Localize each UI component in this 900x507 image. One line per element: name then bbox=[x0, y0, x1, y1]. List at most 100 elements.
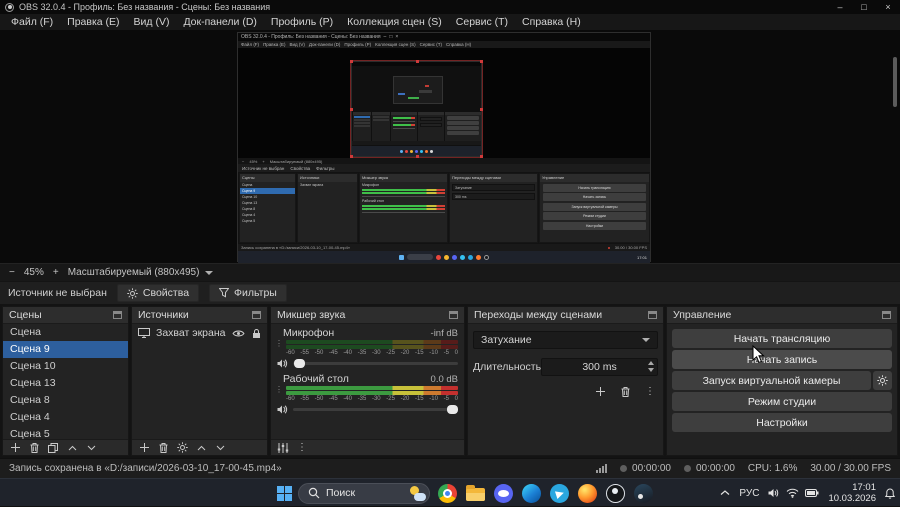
remove-transition-button[interactable] bbox=[617, 385, 633, 398]
move-scene-down-button[interactable] bbox=[83, 441, 99, 454]
preview-scrollbar[interactable] bbox=[893, 57, 897, 107]
settings-button[interactable]: Настройки bbox=[672, 413, 892, 432]
start-button[interactable] bbox=[277, 485, 292, 501]
dock-float-icon[interactable] bbox=[252, 311, 261, 319]
gear-icon bbox=[127, 287, 138, 299]
menu-item-help[interactable]: Справка (H) bbox=[515, 16, 588, 28]
firefox-icon[interactable] bbox=[576, 482, 598, 504]
capture-detail: Захват экрана bbox=[300, 183, 324, 187]
chevron-down-icon bbox=[642, 338, 650, 342]
remove-scene-button[interactable] bbox=[26, 441, 42, 454]
studio-mode-button[interactable]: Режим студии bbox=[672, 392, 892, 411]
spin-up-icon[interactable] bbox=[648, 361, 654, 365]
capture-window-title: OBS 32.0.4 - Профиль: Без названия - Сце… bbox=[241, 34, 381, 40]
file-explorer-icon[interactable] bbox=[464, 482, 486, 504]
channel-grip-icon[interactable]: ⋮ bbox=[275, 340, 283, 356]
speaker-icon[interactable] bbox=[277, 359, 288, 368]
preview-canvas[interactable]: OBS 32.0.4 - Профиль: Без названия - Сце… bbox=[0, 30, 900, 263]
mixer-settings-icon[interactable] bbox=[275, 441, 291, 454]
scene-item[interactable]: Сцена bbox=[3, 324, 128, 341]
weather-icon[interactable] bbox=[409, 485, 426, 502]
source-properties-button[interactable] bbox=[174, 441, 190, 454]
scene-item[interactable]: Сцена 5 bbox=[3, 426, 128, 439]
menu-item-edit[interactable]: Правка (E) bbox=[60, 16, 126, 28]
scale-tick: -15 bbox=[414, 396, 424, 402]
volume-slider[interactable] bbox=[293, 405, 458, 414]
duration-spinner[interactable]: 300 ms bbox=[541, 358, 658, 376]
mixer-menu-button[interactable]: ⋮ bbox=[294, 441, 310, 454]
channel-grip-icon[interactable]: ⋮ bbox=[275, 386, 283, 402]
obs-taskbar-icon[interactable] bbox=[604, 482, 626, 504]
window-controls: – □ × bbox=[828, 0, 900, 14]
menu-item-docks[interactable]: Док-панели (D) bbox=[176, 16, 263, 28]
eye-icon[interactable] bbox=[232, 329, 245, 338]
scene-item-selected[interactable]: Сцена 9 bbox=[3, 341, 128, 358]
dock-float-icon[interactable] bbox=[648, 311, 657, 319]
zoom-in-button[interactable]: + bbox=[53, 267, 59, 278]
minimize-button[interactable]: – bbox=[828, 0, 852, 14]
capture-detail bbox=[484, 254, 489, 260]
add-transition-button[interactable] bbox=[592, 385, 608, 398]
edge-icon[interactable] bbox=[520, 482, 542, 504]
remove-source-button[interactable] bbox=[155, 441, 171, 454]
properties-button[interactable]: Свойства bbox=[116, 284, 200, 302]
scene-item[interactable]: Сцена 10 bbox=[3, 358, 128, 375]
chrome-icon[interactable] bbox=[436, 482, 458, 504]
add-scene-button[interactable] bbox=[7, 441, 23, 454]
scene-item[interactable]: Сцена 4 bbox=[3, 409, 128, 426]
zoom-out-button[interactable]: − bbox=[9, 267, 15, 278]
volume-icon[interactable] bbox=[768, 488, 780, 498]
dock-float-icon[interactable] bbox=[882, 311, 891, 319]
scene-item[interactable]: Сцена 8 bbox=[3, 392, 128, 409]
steam-icon[interactable] bbox=[632, 482, 654, 504]
maximize-button[interactable]: □ bbox=[852, 0, 876, 14]
virtual-camera-settings-button[interactable] bbox=[873, 371, 892, 390]
start-recording-button[interactable]: Начать запись bbox=[672, 350, 892, 369]
preview-scale-selector[interactable]: Масштабируемый (880x495) bbox=[68, 267, 214, 278]
taskbar-clock[interactable]: 17:01 10.03.2026 bbox=[828, 482, 876, 504]
add-source-button[interactable] bbox=[136, 441, 152, 454]
taskbar-search[interactable]: Поиск bbox=[298, 482, 430, 504]
discord-icon[interactable] bbox=[492, 482, 514, 504]
battery-icon[interactable] bbox=[805, 489, 819, 497]
menu-item-profile[interactable]: Профиль (P) bbox=[264, 16, 340, 28]
capture-detail bbox=[352, 112, 481, 142]
search-placeholder-label: Поиск bbox=[326, 487, 356, 499]
close-button[interactable]: × bbox=[876, 0, 900, 14]
tray-chevron-up-icon[interactable] bbox=[720, 490, 730, 496]
menu-item-file[interactable]: Файл (F) bbox=[4, 16, 60, 28]
move-scene-up-button[interactable] bbox=[64, 441, 80, 454]
dock-float-icon[interactable] bbox=[113, 311, 122, 319]
capture-docks: Сцены Сцена Сцена 9 Сцена 10 Сцена 13 Сц… bbox=[238, 172, 650, 244]
move-source-down-button[interactable] bbox=[212, 441, 228, 454]
transition-menu-button[interactable]: ⋮ bbox=[642, 385, 658, 398]
slider-knob[interactable] bbox=[447, 405, 458, 414]
menu-item-tools[interactable]: Сервис (T) bbox=[449, 16, 515, 28]
transitions-panel-title: Переходы между сценами bbox=[474, 309, 603, 321]
source-item[interactable]: Захват экрана bbox=[132, 324, 267, 342]
mixer-panel-header: Микшер звука bbox=[271, 307, 464, 324]
menu-item-scene-collection[interactable]: Коллекция сцен (S) bbox=[340, 16, 449, 28]
telegram-icon[interactable] bbox=[548, 482, 570, 504]
system-tray-icons[interactable] bbox=[768, 488, 819, 498]
spin-down-icon[interactable] bbox=[648, 368, 654, 372]
dock-float-icon[interactable] bbox=[449, 311, 458, 319]
filters-button[interactable]: Фильтры bbox=[209, 284, 287, 302]
capture-detail bbox=[444, 254, 449, 260]
capture-detail bbox=[400, 149, 403, 153]
lock-icon[interactable] bbox=[252, 328, 261, 339]
speaker-icon[interactable] bbox=[277, 405, 288, 414]
move-source-up-button[interactable] bbox=[193, 441, 209, 454]
slider-knob[interactable] bbox=[294, 359, 305, 368]
duplicate-scene-button[interactable] bbox=[45, 441, 61, 454]
language-indicator[interactable]: РУС bbox=[739, 488, 759, 499]
wifi-icon[interactable] bbox=[786, 488, 799, 498]
start-virtual-camera-button[interactable]: Запуск виртуальной камеры bbox=[672, 371, 871, 390]
volume-slider[interactable] bbox=[293, 359, 458, 368]
notification-bell-icon[interactable] bbox=[885, 487, 895, 499]
transition-select[interactable]: Затухание bbox=[473, 331, 658, 349]
scene-item[interactable]: Сцена 13 bbox=[3, 375, 128, 392]
menu-item-view[interactable]: Вид (V) bbox=[127, 16, 177, 28]
capture-detail bbox=[353, 112, 371, 142]
start-streaming-button[interactable]: Начать трансляцию bbox=[672, 329, 892, 348]
